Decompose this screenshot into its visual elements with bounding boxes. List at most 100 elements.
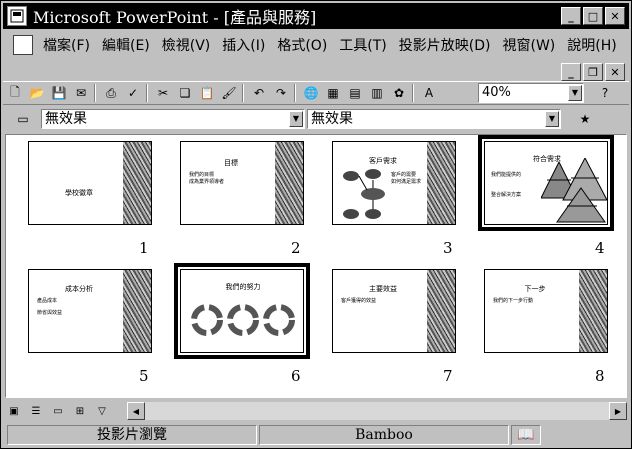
slide-title: 下一步 bbox=[524, 285, 546, 293]
document-icon[interactable] bbox=[13, 35, 33, 55]
slide-sorter-view-button[interactable]: ⊞ bbox=[69, 402, 91, 420]
menu-window[interactable]: 視窗(W) bbox=[497, 35, 562, 55]
bamboo-texture bbox=[427, 142, 455, 224]
spelling-button[interactable]: ✓ bbox=[123, 83, 143, 103]
powerpoint-window: Microsoft PowerPoint - [產品與服務] _ □ ✕ 檔案(… bbox=[0, 0, 632, 449]
transition-effect-select[interactable]: 無效果 ▼ bbox=[41, 109, 305, 129]
help-button[interactable]: ? bbox=[595, 83, 615, 103]
slide-bullet: 產品成本 bbox=[37, 298, 58, 304]
chevron-down-icon[interactable]: ▼ bbox=[568, 85, 582, 101]
scroll-left-button[interactable]: ◀ bbox=[127, 402, 145, 420]
slide-number: 2 bbox=[291, 239, 301, 257]
slide-sorter-pane[interactable]: 學校徽章 1 目標 我們的目標 成為業界領導者 2 客戶需求 客戶的需要 如何滿… bbox=[5, 134, 627, 398]
cycle-arrows-graphic bbox=[191, 304, 295, 336]
paste-button[interactable]: 📋 bbox=[197, 83, 217, 103]
new-document-icon: 🗋 bbox=[10, 84, 20, 99]
slide-bullet: 如何滿足需求 bbox=[391, 179, 422, 185]
chart-icon: ▥ bbox=[371, 86, 383, 100]
close-icon: ✕ bbox=[610, 9, 620, 23]
zoom-select[interactable]: 40% ▼ bbox=[478, 83, 584, 103]
menu-file[interactable]: 檔案(F) bbox=[37, 35, 96, 55]
animation-effect-select[interactable]: 無效果 ▼ bbox=[307, 109, 561, 129]
cut-button[interactable]: ✂ bbox=[153, 83, 173, 103]
star-icon: ★ bbox=[579, 112, 591, 126]
title-bar[interactable]: Microsoft PowerPoint - [產品與服務] _ □ ✕ bbox=[3, 3, 629, 29]
bamboo-texture bbox=[123, 270, 151, 352]
redo-button[interactable]: ↷ bbox=[271, 83, 291, 103]
minimize-icon: _ bbox=[568, 65, 574, 79]
grayscale-button[interactable]: A bbox=[419, 83, 439, 103]
hyperlink-button[interactable]: 🌐 bbox=[301, 83, 321, 103]
normal-view-button[interactable]: ▣ bbox=[3, 402, 25, 420]
spellcheck-status-icon: 📖 bbox=[511, 425, 541, 445]
pyramid-graphic bbox=[541, 158, 607, 223]
chevron-down-icon[interactable]: ▼ bbox=[545, 111, 559, 127]
maximize-button[interactable]: □ bbox=[583, 7, 603, 25]
copy-button[interactable]: ❏ bbox=[175, 83, 195, 103]
summary-slide-button[interactable]: ▭ bbox=[13, 109, 33, 129]
slide-thumbnail-6[interactable]: 我們的努力 bbox=[174, 263, 310, 359]
grid-icon: ▤ bbox=[349, 86, 361, 100]
menu-format[interactable]: 格式(O) bbox=[271, 35, 333, 55]
zoom-value: 40% bbox=[482, 85, 511, 100]
scroll-right-button[interactable]: ▶ bbox=[609, 402, 627, 420]
slide-view-button[interactable]: ▭ bbox=[47, 402, 69, 420]
normal-view-icon: ▣ bbox=[9, 405, 19, 417]
minimize-button[interactable]: _ bbox=[561, 7, 581, 25]
save-icon: 💾 bbox=[51, 86, 67, 100]
slide-thumbnail-7[interactable]: 主要效益 客戶獲得的效益 bbox=[332, 269, 456, 353]
slide-thumbnail-4[interactable]: 符合需求 我們能提供的 整合解決方案 bbox=[478, 135, 614, 231]
slide-bullet: 我們的目標 bbox=[189, 172, 215, 178]
clipart-icon: ✿ bbox=[393, 86, 405, 100]
mail-button[interactable]: ✉ bbox=[71, 83, 91, 103]
slide-thumbnail-3[interactable]: 客戶需求 客戶的需要 如何滿足需求 bbox=[332, 141, 456, 225]
slide-icon: ▭ bbox=[17, 112, 29, 126]
slide-bullet: 我們能提供的 bbox=[491, 172, 522, 178]
menu-slideshow[interactable]: 投影片放映(D) bbox=[393, 35, 497, 55]
doc-restore-button[interactable]: ❐ bbox=[583, 63, 603, 81]
copy-icon: ❏ bbox=[179, 86, 191, 100]
open-button[interactable]: 📂 bbox=[27, 83, 47, 103]
slide-bullet: 客戶的需要 bbox=[391, 172, 417, 178]
close-icon: ✕ bbox=[610, 65, 620, 79]
close-button[interactable]: ✕ bbox=[605, 7, 625, 25]
bamboo-texture bbox=[579, 270, 607, 352]
hide-slide-button[interactable]: ★ bbox=[575, 109, 595, 129]
paste-icon: 📋 bbox=[199, 86, 215, 100]
print-button[interactable]: ⎙ bbox=[101, 83, 121, 103]
slide-thumbnail-1[interactable]: 學校徽章 bbox=[28, 141, 152, 225]
undo-button[interactable]: ↶ bbox=[249, 83, 269, 103]
new-button[interactable]: 🗋 bbox=[5, 83, 25, 103]
insert-chart-button[interactable]: ▥ bbox=[367, 83, 387, 103]
doc-minimize-button[interactable]: _ bbox=[561, 63, 581, 81]
doc-close-button[interactable]: ✕ bbox=[605, 63, 625, 81]
globe-icon: 🌐 bbox=[303, 86, 319, 100]
outline-view-button[interactable]: ☰ bbox=[25, 402, 47, 420]
slide-thumbnail-8[interactable]: 下一步 我們的下一步行動 bbox=[484, 269, 608, 353]
insert-table-button[interactable]: ▤ bbox=[345, 83, 365, 103]
tables-button[interactable]: ▦ bbox=[323, 83, 343, 103]
horizontal-scrollbar[interactable]: ◀ ▶ bbox=[127, 402, 627, 420]
menu-insert[interactable]: 插入(I) bbox=[216, 35, 271, 55]
slide-thumbnail-2[interactable]: 目標 我們的目標 成為業界領導者 bbox=[180, 141, 304, 225]
slideshow-icon: ▽ bbox=[98, 405, 106, 417]
slide-thumbnail-5[interactable]: 成本分析 產品成本 節省與效益 bbox=[28, 269, 152, 353]
powerpoint-app-icon[interactable] bbox=[7, 6, 27, 26]
slide-bullet: 客戶獲得的效益 bbox=[341, 298, 377, 304]
menu-tools[interactable]: 工具(T) bbox=[333, 35, 392, 55]
chevron-down-icon[interactable]: ▼ bbox=[289, 111, 303, 127]
slide-number: 3 bbox=[443, 239, 453, 257]
window-title: Microsoft PowerPoint - [產品與服務] bbox=[33, 8, 317, 27]
save-button[interactable]: 💾 bbox=[49, 83, 69, 103]
slide-title: 客戶需求 bbox=[369, 157, 397, 165]
printer-icon: ⎙ bbox=[106, 85, 116, 100]
help-icon: ? bbox=[601, 86, 609, 100]
menu-edit[interactable]: 編輯(E) bbox=[96, 35, 156, 55]
slide-title: 成本分析 bbox=[65, 285, 93, 293]
clip-art-button[interactable]: ✿ bbox=[389, 83, 409, 103]
menu-view[interactable]: 檢視(V) bbox=[156, 35, 217, 55]
menu-help[interactable]: 說明(H) bbox=[561, 35, 622, 55]
status-bar: 投影片瀏覽 Bamboo 📖 bbox=[3, 424, 629, 446]
slideshow-button[interactable]: ▽ bbox=[91, 402, 113, 420]
format-painter-button[interactable]: 🖌 bbox=[219, 83, 239, 103]
